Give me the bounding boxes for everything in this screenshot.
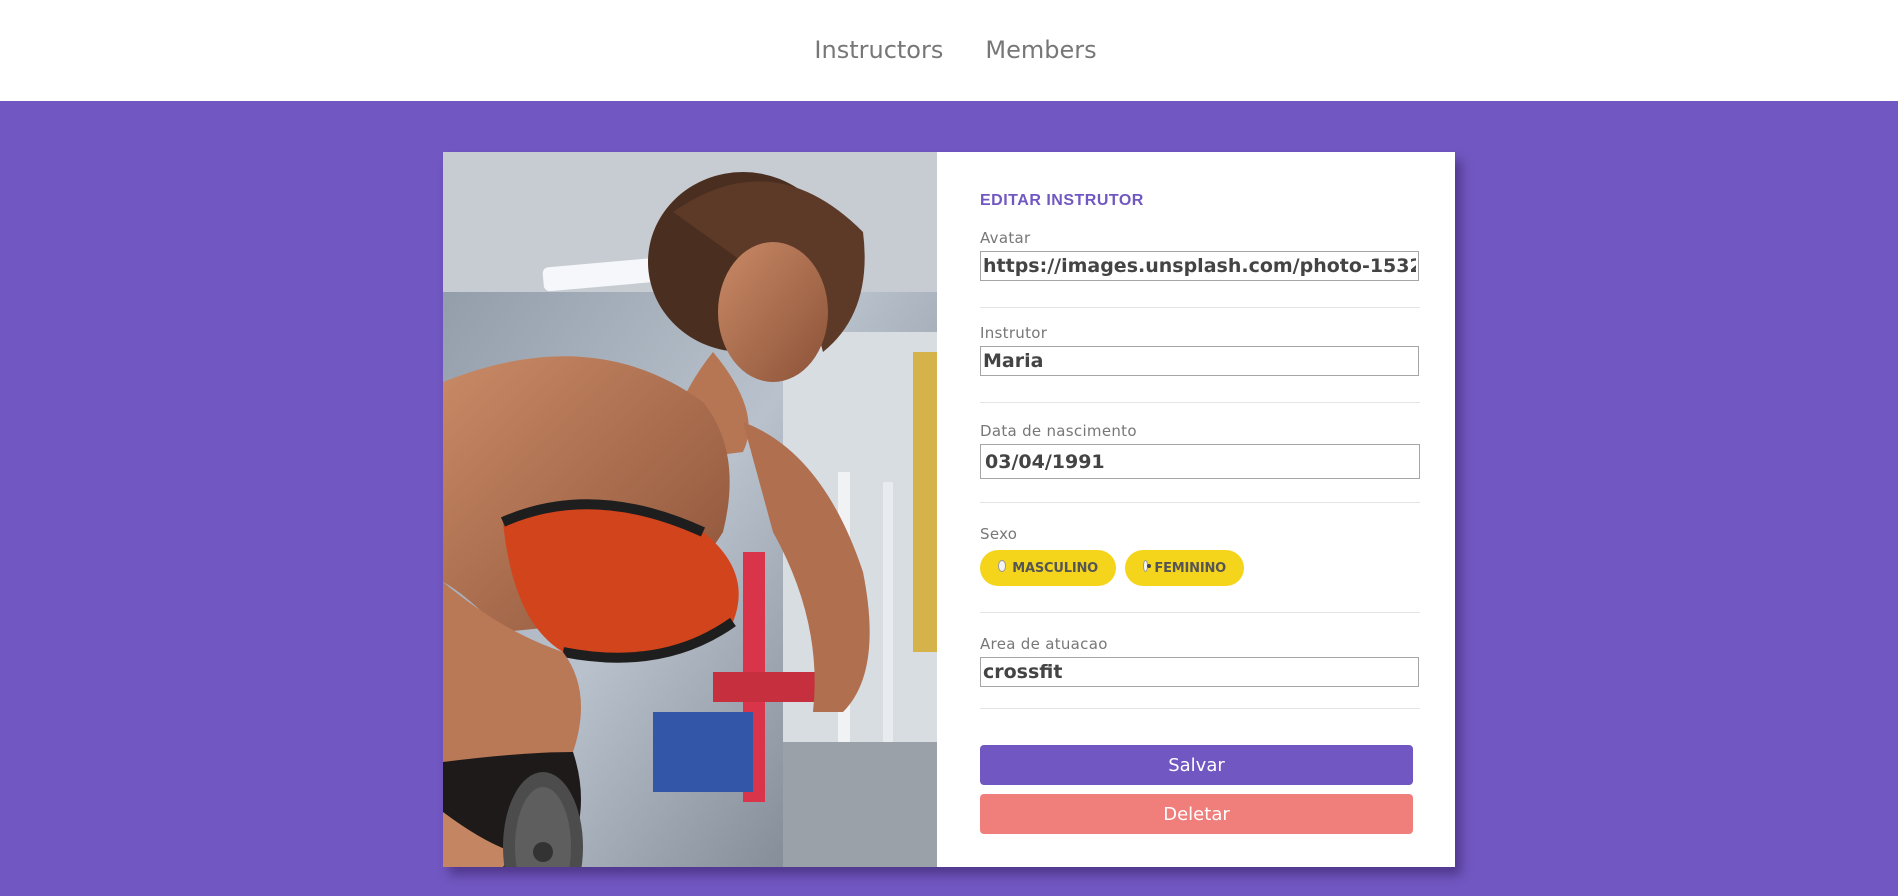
gender-option-label: MASCULINO <box>1012 560 1098 576</box>
birthdate-field-group: Data de nascimento <box>980 403 1420 503</box>
edit-instructor-form: EDITAR INSTRUTOR Avatar Instrutor Data d… <box>937 152 1455 867</box>
area-input[interactable] <box>980 657 1419 687</box>
birthdate-input[interactable] <box>980 444 1420 479</box>
birthdate-label: Data de nascimento <box>980 422 1137 440</box>
gym-photo-illustration <box>443 152 937 867</box>
area-field-group: Area de atuacao <box>980 613 1420 709</box>
top-navigation: Instructors Members <box>0 0 1898 101</box>
gender-field-group: Sexo MASCULINO FEMININO <box>980 503 1420 613</box>
main-nav: Instructors Members <box>814 36 1096 64</box>
nav-link-instructors[interactable]: Instructors <box>814 36 943 64</box>
form-title: EDITAR INSTRUTOR <box>980 192 1144 209</box>
instructor-card: EDITAR INSTRUTOR Avatar Instrutor Data d… <box>443 152 1455 867</box>
gender-option-masculino[interactable]: MASCULINO <box>980 550 1116 586</box>
avatar-input[interactable] <box>980 251 1419 281</box>
nav-link-members[interactable]: Members <box>985 36 1096 64</box>
instrutor-input[interactable] <box>980 346 1419 376</box>
radio-checked-icon[interactable] <box>1143 559 1152 572</box>
gender-radio-group: MASCULINO FEMININO <box>980 550 1420 586</box>
gender-option-label: FEMININO <box>1154 560 1226 576</box>
save-button[interactable]: Salvar <box>980 745 1413 785</box>
delete-button[interactable]: Deletar <box>980 794 1413 834</box>
instrutor-field-group: Instrutor <box>980 308 1420 403</box>
avatar-label: Avatar <box>980 229 1031 247</box>
avatar-field-group: Avatar <box>980 229 1420 308</box>
area-label: Area de atuacao <box>980 635 1108 653</box>
gender-option-feminino[interactable]: FEMININO <box>1125 550 1244 586</box>
gender-label: Sexo <box>980 525 1018 543</box>
radio-unchecked-icon[interactable] <box>998 559 1007 572</box>
instructor-avatar-image <box>443 152 937 867</box>
instrutor-label: Instrutor <box>980 324 1048 342</box>
